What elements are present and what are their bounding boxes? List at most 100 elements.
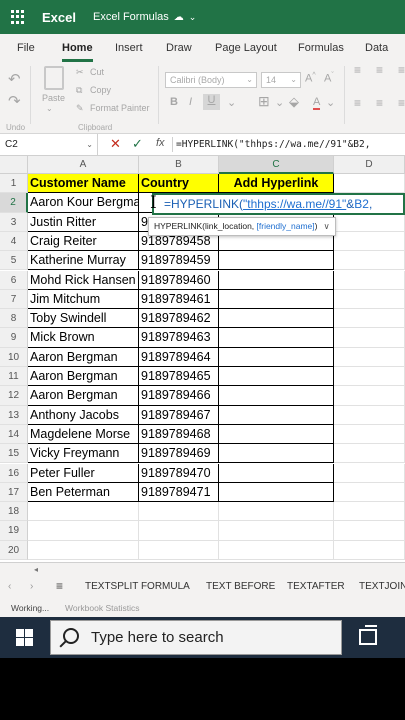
cell-customer-name[interactable]: Vicky Freymann [28,444,139,464]
row-header-15[interactable]: 15 [0,444,28,464]
cell-add-hyperlink[interactable] [219,444,334,464]
cell-empty[interactable] [334,251,405,271]
column-header-c[interactable]: C [219,156,334,174]
row-header-20[interactable]: 20 [0,540,28,560]
chevron-down-icon[interactable]: ∨ [323,221,329,231]
cell-empty[interactable] [28,502,139,522]
select-all-button[interactable] [0,156,28,174]
chevron-down-icon[interactable]: ⌄ [46,104,53,113]
cell-country[interactable]: 9189789462 [139,309,219,329]
cell-empty[interactable] [334,347,405,367]
all-sheets-menu-icon[interactable]: ≡ [56,579,63,593]
cell-customer-name[interactable]: Magdelene Morse [28,424,139,445]
cell-empty[interactable] [334,174,405,194]
row-header-8[interactable]: 8 [0,309,28,329]
cell-customer-name[interactable]: Aaron Bergman [28,367,139,387]
cell-country[interactable]: 9189789463 [139,328,219,348]
row-header-17[interactable]: 17 [0,482,28,503]
cell-customer-name[interactable]: Justin Ritter [28,212,139,232]
cell-empty[interactable] [334,270,405,290]
cell-empty[interactable] [334,367,405,387]
bold-icon[interactable]: B [170,96,178,108]
cell-empty[interactable] [334,482,405,503]
cell-add-hyperlink[interactable] [219,424,334,445]
enter-icon[interactable]: ✓ [132,136,143,152]
cell-editor-c2[interactable]: =HYPERLINK("thhps://wa.me//91"&B2, [152,193,405,215]
row-header-5[interactable]: 5 [0,251,28,271]
cell-customer-name[interactable]: Toby Swindell [28,309,139,329]
underline-dropdown-icon[interactable]: ⌄ [227,96,236,109]
align-center-icon[interactable]: ≡ [376,96,383,110]
column-header-b[interactable]: B [139,156,219,174]
windows-start-icon[interactable] [16,629,33,646]
tooltip-optional-arg[interactable]: [friendly_name] [257,221,315,231]
cell-empty[interactable] [334,424,405,445]
workbook-statistics-button[interactable]: Workbook Statistics [65,600,139,617]
fill-color-icon[interactable]: ⬙ [289,94,299,110]
cell-customer-name[interactable]: Peter Fuller [28,463,139,483]
underline-icon[interactable]: U [203,94,220,110]
scroll-left-icon[interactable]: ◂ [34,565,38,574]
sheet-tab-textafter[interactable]: TEXTAFTER [287,581,345,592]
cell-customer-name[interactable]: Aaron Bergman [28,386,139,406]
cell-country[interactable]: 9189789469 [139,444,219,464]
decrease-font-icon[interactable]: Aˇ [324,72,334,85]
row-header-9[interactable]: 9 [0,328,28,348]
cell-empty[interactable] [334,309,405,329]
row-header-3[interactable]: 3 [0,212,28,232]
cell-empty[interactable] [334,444,405,464]
row-header-1[interactable]: 1 [0,174,28,194]
paste-label[interactable]: Paste [42,93,65,103]
cell-country[interactable]: 9189789468 [139,424,219,445]
format-painter-icon[interactable]: ✎ [76,103,84,114]
cell-empty[interactable] [28,521,139,541]
undo-icon[interactable]: ↶ [8,70,21,88]
tab-file[interactable]: File [17,34,35,62]
row-header-6[interactable]: 6 [0,270,28,290]
tab-insert[interactable]: Insert [115,34,143,62]
cell-customer-name[interactable]: Craig Reiter [28,231,139,252]
borders-icon[interactable]: ⊞ [258,93,270,110]
cell-customer-name[interactable]: Jim Mitchum [28,289,139,310]
row-header-16[interactable]: 16 [0,463,28,483]
paste-icon[interactable] [44,66,64,90]
cell-country[interactable]: 9189789461 [139,289,219,310]
formula-input[interactable]: =HYPERLINK("thhps://wa.me//91"&B2, [176,134,370,155]
cell-empty[interactable] [139,540,219,560]
column-header-a[interactable]: A [28,156,139,174]
cell-add-hyperlink[interactable] [219,270,334,290]
cell-add-hyperlink[interactable] [219,386,334,406]
cell-country[interactable]: 9189789466 [139,386,219,406]
cell-country[interactable]: 9189789471 [139,482,219,503]
cell-add-hyperlink[interactable] [219,251,334,271]
cell-customer-name[interactable]: Aaron Kour Bergman [28,193,139,213]
taskbar-search-box[interactable]: Type here to search [50,620,342,655]
cell-empty[interactable] [139,502,219,522]
sheet-tab-textbefore[interactable]: TEXT BEFORE [206,581,275,592]
row-header-19[interactable]: 19 [0,521,28,541]
cell-add-hyperlink[interactable] [219,482,334,503]
cut-label[interactable]: Cut [90,67,104,77]
cell-country[interactable]: 9189789459 [139,251,219,271]
tab-home[interactable]: Home [62,34,93,62]
redo-icon[interactable]: ↷ [8,92,21,110]
row-header-7[interactable]: 7 [0,289,28,310]
cell-country[interactable]: 9189789470 [139,463,219,483]
sheet-tab-textjoin[interactable]: TEXTJOIN [359,581,405,592]
cell-add-hyperlink[interactable] [219,347,334,367]
cell-add-hyperlink[interactable] [219,289,334,310]
cell-add-hyperlink[interactable] [219,463,334,483]
row-header-11[interactable]: 11 [0,367,28,387]
row-header-10[interactable]: 10 [0,347,28,367]
cell-empty[interactable] [334,521,405,541]
document-name[interactable]: Excel Formulas [93,11,169,23]
cell-empty[interactable] [334,540,405,560]
sheet-tab-textsplit[interactable]: TEXTSPLIT FORMULA [85,581,190,592]
cell-empty[interactable] [219,540,334,560]
cell-empty[interactable] [219,502,334,522]
copy-icon[interactable]: ⧉ [76,85,82,96]
horizontal-scrollbar[interactable]: ◂ [28,565,405,575]
cell-empty[interactable] [334,463,405,483]
cell-country[interactable]: 9189789465 [139,367,219,387]
row-header-13[interactable]: 13 [0,405,28,425]
